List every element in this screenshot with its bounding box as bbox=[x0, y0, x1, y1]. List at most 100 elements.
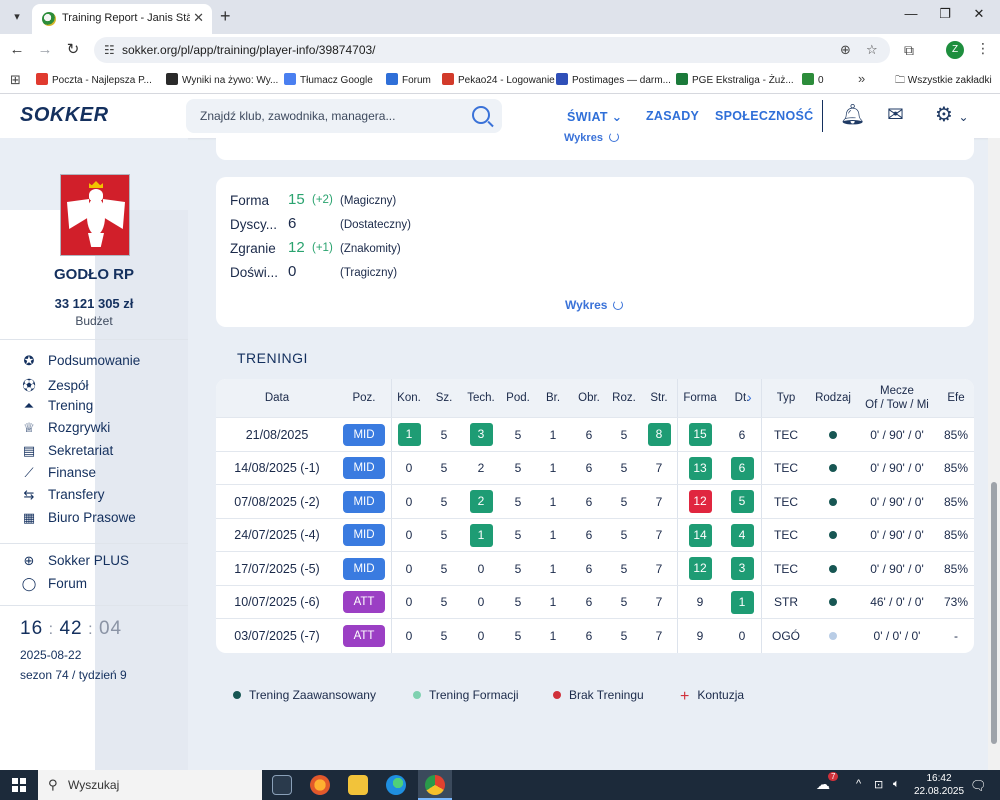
nav-rules[interactable]: ZASADY bbox=[646, 109, 699, 123]
notifications-icon[interactable]: 🗨︎ bbox=[970, 778, 987, 794]
bookmark-item[interactable]: Forum bbox=[386, 73, 431, 86]
column-header-str[interactable]: Str. bbox=[642, 379, 676, 417]
table-row[interactable]: 10/07/2025 (-6) ATT 0 5 0 5 1 6 5 7 9 1 STR 46' / 0' … bbox=[216, 584, 974, 618]
table-row[interactable]: 03/07/2025 (-7) ATT 0 5 0 5 1 6 5 7 9 0 OGÓ 0' / 0' /… bbox=[216, 618, 974, 651]
sidebar-item-podsumowanie[interactable]: ✪ Podsumowanie bbox=[20, 353, 141, 369]
new-tab-icon[interactable]: + bbox=[220, 6, 231, 26]
nav-community[interactable]: SPOŁECZNOŚĆ bbox=[715, 109, 813, 123]
training-kind-dot bbox=[829, 598, 837, 606]
club-emblem[interactable] bbox=[60, 174, 130, 256]
firefox-icon[interactable] bbox=[310, 775, 330, 795]
tab-search-icon[interactable]: ▾ bbox=[6, 6, 28, 28]
stat-value: 12 bbox=[288, 239, 305, 256]
scrollbar-thumb[interactable] bbox=[991, 482, 997, 744]
bookmark-item[interactable]: Tłumacz Google bbox=[284, 73, 373, 86]
sidebar-item-forum[interactable]: ◯ Forum bbox=[20, 576, 87, 592]
column-header-br[interactable]: Br. bbox=[538, 379, 568, 417]
task-view-icon[interactable] bbox=[272, 775, 292, 795]
bell-icon[interactable]: 🔔︎ bbox=[840, 104, 865, 126]
bookmark-star-icon[interactable]: ☆ bbox=[866, 42, 878, 58]
chrome-taskbar-active[interactable] bbox=[418, 770, 452, 800]
table-row[interactable]: 07/08/2025 (-2) MID 0 5 2 5 1 6 5 7 12 5 TEC 0' / 90'… bbox=[216, 484, 974, 517]
column-header-pod[interactable]: Pod. bbox=[501, 379, 535, 417]
mail-icon[interactable]: ✉ bbox=[887, 104, 904, 126]
volume-icon[interactable]: 🔈︎ bbox=[893, 778, 900, 791]
scroll-columns-right-icon[interactable]: › bbox=[747, 389, 752, 405]
bookmark-favicon-icon bbox=[166, 73, 178, 85]
forward-icon[interactable]: → bbox=[36, 41, 54, 59]
sidebar-item-zespół[interactable]: ⚽︎ Zespół bbox=[20, 375, 88, 394]
sidebar-item-rozgrywki[interactable]: ♕ Rozgrywki bbox=[20, 420, 110, 436]
chart-link-top[interactable]: Wykres bbox=[564, 132, 619, 144]
column-header-sz[interactable]: Sz. bbox=[427, 379, 461, 417]
sokker-logo[interactable]: SOKKER bbox=[20, 104, 109, 127]
column-header-date[interactable]: Data bbox=[217, 379, 337, 417]
sidebar-item-trening[interactable]: ⏶ Trening bbox=[20, 398, 93, 414]
nav-world[interactable]: ŚWIAT ⌄ bbox=[567, 109, 622, 124]
reload-icon[interactable]: ↻ bbox=[64, 41, 82, 59]
system-clock[interactable]: 16:42 22.08.2025 bbox=[912, 772, 966, 798]
column-header-obr[interactable]: Obr. bbox=[571, 379, 607, 417]
table-row[interactable]: 24/07/2025 (-4) MID 0 5 1 5 1 6 5 7 14 4 TEC 0' / 90'… bbox=[216, 517, 974, 551]
bookmark-item[interactable]: Wyniki na żywo: Wy... bbox=[166, 73, 278, 86]
search-icon[interactable] bbox=[472, 106, 490, 124]
sidebar-item-biuro-prasowe[interactable]: ▦ Biuro Prasowe bbox=[20, 510, 136, 526]
url-field[interactable]: ☷ sokker.org/pl/app/training/player-info… bbox=[94, 37, 890, 63]
stat-description: (Dostateczny) bbox=[340, 219, 411, 231]
apps-grid-icon[interactable]: ⊞ bbox=[10, 72, 21, 88]
column-header-efe[interactable]: Efe bbox=[938, 379, 974, 417]
taskbar-search-input[interactable]: ⚲ Wyszukaj bbox=[38, 770, 262, 800]
column-header-pos[interactable]: Poz. bbox=[339, 379, 389, 417]
column-header-rodzaj[interactable]: Rodzaj bbox=[811, 379, 855, 417]
cell-sz: 5 bbox=[427, 619, 461, 652]
column-header-dt[interactable]: Dt. bbox=[725, 379, 759, 417]
table-row[interactable]: 17/07/2025 (-5) MID 0 5 0 5 1 6 5 7 12 3 TEC 0' / 90'… bbox=[216, 551, 974, 584]
bookmark-item[interactable]: Poczta - Najlepsza P... bbox=[36, 73, 152, 86]
column-header-kon[interactable]: Kon. bbox=[392, 379, 426, 417]
page-scrollbar[interactable] bbox=[988, 138, 1000, 770]
training-kind-dot bbox=[829, 631, 837, 640]
table-row[interactable]: 21/08/2025 MID 1 5 3 5 1 6 5 8 15 6 TEC 0' / 90' / 0'… bbox=[216, 417, 974, 450]
all-bookmarks-folder[interactable]: 🗀 Wszystkie zakładki bbox=[895, 73, 992, 90]
tray-chevron-icon[interactable]: ^ bbox=[856, 778, 861, 790]
windows-start-icon[interactable] bbox=[12, 778, 26, 792]
browser-tab[interactable]: Training Report - Janis Stämpfli ✕ bbox=[32, 4, 212, 34]
site-info-icon[interactable]: ☷ bbox=[104, 43, 115, 57]
cell-value: 1 bbox=[549, 427, 557, 442]
browser-menu-icon[interactable]: ⋮ bbox=[976, 40, 990, 57]
back-icon[interactable]: ← bbox=[8, 41, 26, 59]
zoom-icon[interactable]: ⊕ bbox=[840, 42, 851, 58]
table-row[interactable]: 14/08/2025 (-1) MID 0 5 2 5 1 6 5 7 13 6 TEC 0' / 90'… bbox=[216, 450, 974, 484]
club-name[interactable]: GODŁO RP bbox=[0, 266, 188, 283]
bookmarks-bar: ⊞ » 🗀 Wszystkie zakładki Poczta - Najlep… bbox=[0, 66, 1000, 94]
file-explorer-icon[interactable] bbox=[348, 775, 368, 795]
bookmark-item[interactable]: 0 bbox=[802, 73, 824, 86]
sidebar-item-sekretariat[interactable]: ▤ Sekretariat bbox=[20, 443, 113, 459]
edge-icon[interactable] bbox=[386, 775, 406, 795]
column-header-tech[interactable]: Tech. bbox=[461, 379, 501, 417]
extensions-icon[interactable]: ⧉ bbox=[904, 42, 914, 59]
window-close-icon[interactable]: ✕ bbox=[964, 6, 994, 22]
bookmarks-overflow-icon[interactable]: » bbox=[858, 71, 865, 86]
chart-link[interactable]: Wykres bbox=[565, 298, 624, 312]
column-header-mecze[interactable]: Mecze Of / Tow / Mi bbox=[857, 379, 937, 417]
sidebar-item-sokker-plus[interactable]: ⊕ Sokker PLUS bbox=[20, 553, 130, 569]
restore-icon[interactable]: ❐ bbox=[930, 6, 960, 22]
column-header-typ[interactable]: Typ bbox=[764, 379, 808, 417]
cell-forma: 15 bbox=[678, 418, 722, 451]
bookmark-item[interactable]: PGE Ekstraliga - Żuż... bbox=[676, 73, 794, 86]
column-header-roz[interactable]: Roz. bbox=[607, 379, 641, 417]
sidebar-item-transfery[interactable]: ⇆ Transfery bbox=[20, 487, 105, 503]
tab-close-icon[interactable]: ✕ bbox=[193, 10, 204, 26]
stat-diff: (+2) bbox=[312, 194, 333, 206]
bookmark-item[interactable]: Postimages — darm... bbox=[556, 73, 671, 86]
settings-gear-icon[interactable]: ⚙ ⌄ bbox=[935, 104, 969, 128]
column-header-forma[interactable]: Forma bbox=[678, 379, 722, 417]
cell-br: 1 bbox=[538, 418, 568, 451]
global-search-input[interactable]: Znajdź klub, zawodnika, managera... bbox=[186, 99, 502, 133]
sidebar-item-finanse[interactable]: ⟋ Finanse bbox=[20, 465, 96, 481]
network-icon[interactable]: ⊡ bbox=[874, 778, 883, 791]
bookmark-item[interactable]: Pekao24 - Logowanie bbox=[442, 73, 555, 86]
minimize-icon[interactable]: — bbox=[896, 6, 926, 21]
profile-avatar[interactable]: Z bbox=[946, 41, 964, 59]
